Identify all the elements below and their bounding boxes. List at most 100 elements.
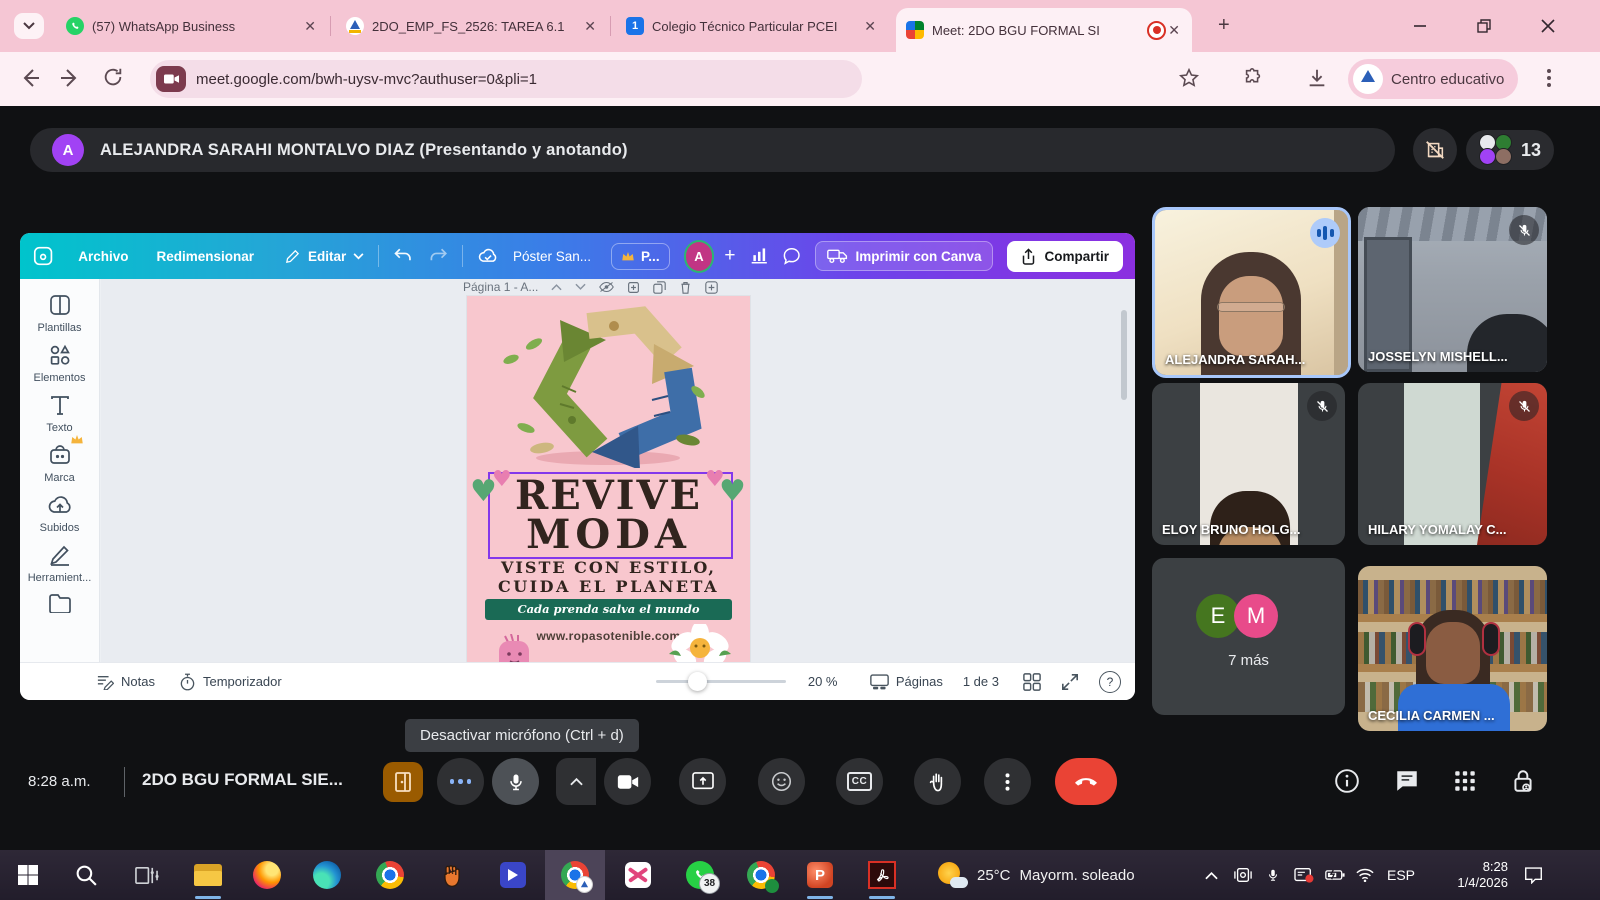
back-button[interactable] xyxy=(18,66,42,90)
download-icon[interactable] xyxy=(1306,67,1328,89)
invite-plus-button[interactable]: + xyxy=(724,245,735,267)
tray-recorder-button[interactable] xyxy=(1288,850,1320,900)
participant-tile-eloy[interactable]: ELOY BRUNO HOLG... xyxy=(1152,383,1345,545)
tray-clock[interactable]: 8:28 1/4/2026 xyxy=(1432,850,1508,900)
pages-view-button[interactable]: Páginas xyxy=(870,674,943,690)
window-restore-button[interactable] xyxy=(1470,12,1498,40)
comment-bubble-icon[interactable] xyxy=(782,246,801,266)
green-heart-icon[interactable]: ♥ xyxy=(470,492,497,501)
browser-menu-kebab-icon[interactable] xyxy=(1540,67,1558,89)
extensions-icon[interactable] xyxy=(1242,67,1264,89)
edge-button[interactable] xyxy=(303,850,351,900)
redo-icon[interactable] xyxy=(428,246,448,266)
participant-tile-alejandra[interactable]: ALEJANDRA SARAH... xyxy=(1152,207,1351,378)
lock-page-icon[interactable] xyxy=(627,281,640,294)
participant-tile-cecilia[interactable]: CECILIA CARMEN ... xyxy=(1358,566,1547,731)
tray-chevron-button[interactable] xyxy=(1196,850,1226,900)
menu-redimensionar[interactable]: Redimensionar xyxy=(156,249,254,264)
tab-assignment[interactable]: 2DO_EMP_FS_2526: TAREA 6.1 ✕ xyxy=(336,0,608,52)
canva-user-avatar[interactable]: A xyxy=(684,240,715,273)
tab-close-icon[interactable]: ✕ xyxy=(862,18,878,35)
raise-hand-button[interactable] xyxy=(914,758,961,805)
participant-tile-overflow[interactable]: E M 7 más xyxy=(1152,558,1345,715)
canva-home-icon[interactable] xyxy=(32,244,54,268)
acrobat-button[interactable] xyxy=(858,850,906,900)
poster-title-line2[interactable]: MODA xyxy=(467,515,750,555)
move-page-down-icon[interactable] xyxy=(575,283,586,291)
fullscreen-icon[interactable] xyxy=(1061,673,1079,691)
forward-button[interactable] xyxy=(58,66,82,90)
hide-page-icon[interactable] xyxy=(599,281,614,293)
activities-button[interactable] xyxy=(1452,768,1478,794)
camera-permission-icon[interactable] xyxy=(156,66,186,92)
tray-battery-button[interactable] xyxy=(1320,850,1350,900)
add-page-icon[interactable] xyxy=(705,281,718,294)
tab-meet-active[interactable]: Meet: 2DO BGU FORMAL SI ✕ xyxy=(896,8,1192,52)
tab-calendar[interactable]: 1 Colegio Técnico Particular PCEI ✕ xyxy=(616,0,888,52)
sidebar-item-herramientas[interactable]: Herramient... xyxy=(24,543,96,584)
meeting-details-button[interactable] xyxy=(1334,768,1360,794)
tray-cast-button[interactable] xyxy=(1228,850,1258,900)
meeting-door-icon[interactable] xyxy=(383,762,423,802)
captions-button[interactable]: CC xyxy=(836,758,883,805)
reactions-button[interactable] xyxy=(758,758,805,805)
powerpoint-button[interactable]: P xyxy=(796,850,844,900)
file-explorer-button[interactable] xyxy=(184,850,232,900)
mic-button[interactable] xyxy=(492,758,539,805)
delete-page-icon[interactable] xyxy=(679,281,692,294)
window-minimize-button[interactable] xyxy=(1406,12,1434,40)
page-title-label[interactable]: Página 1 - A... xyxy=(463,280,538,294)
tab-close-icon[interactable]: ✕ xyxy=(1166,22,1182,39)
participant-tile-josselyn[interactable]: JOSSELYN MISHELL... xyxy=(1358,207,1547,372)
browser-profile-chip[interactable]: Centro educativo xyxy=(1348,59,1518,99)
language-indicator[interactable]: ESP xyxy=(1382,850,1420,900)
tab-whatsapp[interactable]: (57) WhatsApp Business ✕ xyxy=(56,0,328,52)
participants-count-chip[interactable]: 13 xyxy=(1466,130,1554,170)
sidebar-item-marca[interactable]: Marca xyxy=(24,443,96,484)
poster-ribbon[interactable]: Cada prenda salva el mundo xyxy=(485,599,732,620)
start-button[interactable] xyxy=(4,850,52,900)
chrome-profile2-button[interactable] xyxy=(737,850,785,900)
taskbar-search-button[interactable] xyxy=(62,850,110,900)
canvas-scrollbar[interactable] xyxy=(1121,310,1127,400)
sidebar-item-proyectos-partial[interactable] xyxy=(24,593,96,613)
poster-subtitle-line2[interactable]: CUIDA EL PLANETA xyxy=(467,579,750,595)
participant-tile-hilary[interactable]: HILARY YOMALAY C... xyxy=(1358,383,1547,545)
pink-creature-graphic[interactable] xyxy=(495,634,541,662)
move-page-up-icon[interactable] xyxy=(551,283,562,291)
tab-close-icon[interactable]: ✕ xyxy=(302,18,318,35)
zoom-slider[interactable] xyxy=(656,680,786,683)
firefox-button[interactable] xyxy=(243,850,291,900)
chrome-button[interactable] xyxy=(366,850,414,900)
more-options-button[interactable] xyxy=(984,758,1031,805)
insights-chart-icon[interactable] xyxy=(750,247,769,265)
share-button[interactable]: Compartir xyxy=(1007,241,1123,272)
pro-upgrade-chip[interactable]: P... xyxy=(611,243,670,270)
window-close-button[interactable] xyxy=(1534,12,1562,40)
end-call-button[interactable] xyxy=(1055,758,1117,805)
menu-editar[interactable]: Editar xyxy=(284,248,364,265)
whatsapp-button[interactable]: 38 xyxy=(676,850,724,900)
poster-page[interactable]: REVIVE MODA ♥ ♥ ♥ ♥ VISTE CON ESTILO, CU… xyxy=(467,296,750,662)
movies-app-button[interactable] xyxy=(489,850,537,900)
tray-wifi-button[interactable] xyxy=(1350,850,1380,900)
bookmark-star-icon[interactable] xyxy=(1178,67,1200,89)
poster-subtitle-line1[interactable]: VISTE CON ESTILO, xyxy=(467,560,750,576)
camera-button[interactable] xyxy=(604,758,651,805)
sidebar-item-elementos[interactable]: Elementos xyxy=(24,343,96,384)
task-view-button[interactable] xyxy=(122,850,170,900)
tray-mic-button[interactable] xyxy=(1258,850,1288,900)
daisy-flower-graphic[interactable] xyxy=(665,624,735,662)
sidebar-item-subidos[interactable]: Subidos xyxy=(24,493,96,534)
duplicate-page-icon[interactable] xyxy=(653,281,666,294)
notes-button[interactable]: Notas xyxy=(96,674,155,690)
notification-center-button[interactable] xyxy=(1518,850,1548,900)
address-bar[interactable]: meet.google.com/bwh-uysv-mvc?authuser=0&… xyxy=(150,60,862,98)
timer-button[interactable]: Temporizador xyxy=(179,673,282,691)
camera-chevron-button[interactable] xyxy=(556,758,596,805)
tab-close-icon[interactable]: ✕ xyxy=(582,18,598,35)
zoom-slider-thumb[interactable] xyxy=(688,672,707,691)
host-controls-button[interactable] xyxy=(1510,768,1536,794)
undo-icon[interactable] xyxy=(393,246,413,266)
reload-button[interactable] xyxy=(102,66,124,88)
